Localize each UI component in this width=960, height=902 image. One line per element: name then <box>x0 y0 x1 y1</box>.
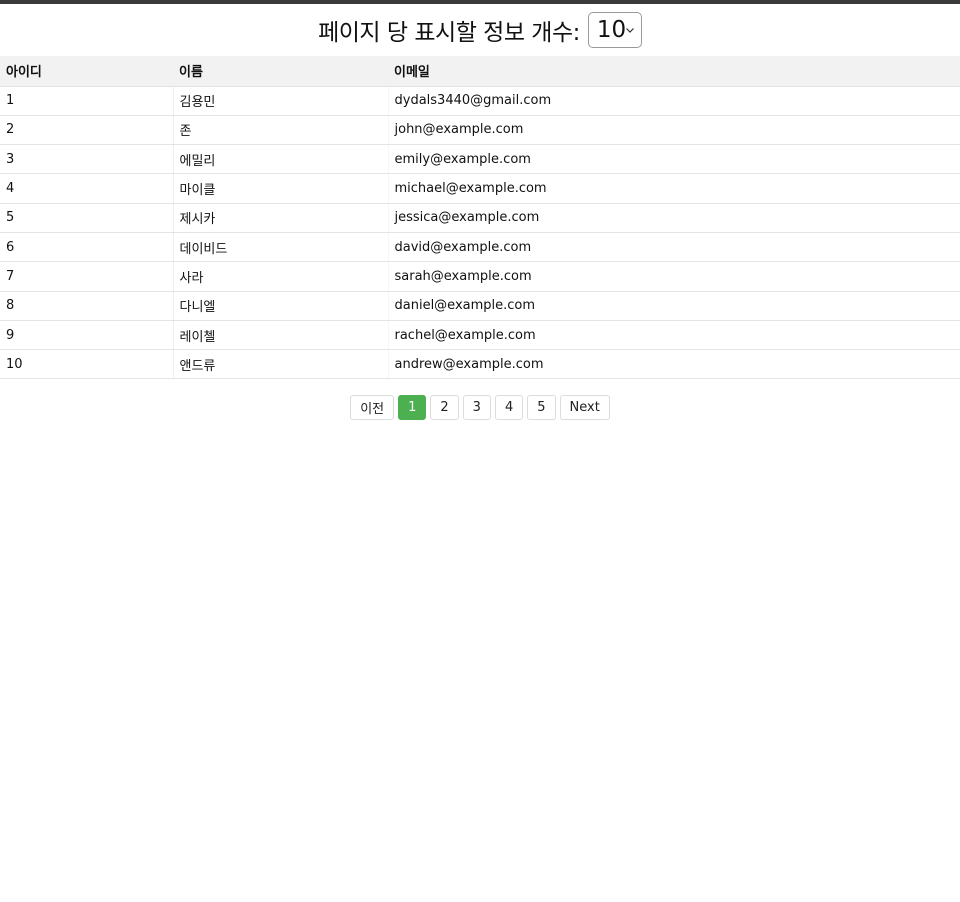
table-row: 2 존 john@example.com <box>0 115 960 146</box>
table-row: 5 제시카 jessica@example.com <box>0 203 960 233</box>
cell-id: 10 <box>0 349 173 380</box>
column-header-id: 아이디 <box>0 56 173 87</box>
cell-email: sarah@example.com <box>387 261 960 292</box>
users-table: 아이디 이름 이메일 1 김용민 dydals3440@gmail.com 2 존 joh… <box>0 56 960 380</box>
page-button-2[interactable]: 2 <box>430 395 459 421</box>
cell-name: 존 <box>172 115 388 146</box>
cell-email: dydals3440@gmail.com <box>387 86 960 116</box>
cell-email: daniel@example.com <box>387 291 960 321</box>
per-page-label: 페이지 당 표시할 정보 개수: <box>318 20 580 46</box>
cell-name: 김용민 <box>172 86 388 116</box>
table-row: 9 레이첼 rachel@example.com <box>0 320 960 351</box>
next-page-button[interactable]: Next <box>559 395 610 421</box>
cell-email: andrew@example.com <box>387 349 960 380</box>
column-header-email: 이메일 <box>388 56 960 87</box>
cell-email: john@example.com <box>387 115 960 146</box>
cell-id: 1 <box>0 86 173 116</box>
cell-name: 마이클 <box>172 173 388 204</box>
table-row: 8 다니엘 daniel@example.com <box>0 291 960 321</box>
cell-email: emily@example.com <box>387 144 960 175</box>
prev-page-button[interactable]: 이전 <box>350 395 395 421</box>
table-row: 10 앤드류 andrew@example.com <box>0 349 960 380</box>
cell-id: 6 <box>0 232 173 263</box>
cell-id: 5 <box>0 203 173 233</box>
page-button-5[interactable]: 5 <box>527 395 556 421</box>
cell-email: jessica@example.com <box>387 203 960 233</box>
cell-name: 데이비드 <box>172 232 388 263</box>
per-page-select[interactable]: 10 <box>587 12 642 48</box>
page-button-4[interactable]: 4 <box>494 395 524 421</box>
cell-id: 3 <box>0 144 173 175</box>
table-row: 3 에밀리 emily@example.com <box>0 144 960 175</box>
table-header-row: 아이디 이름 이메일 <box>0 56 960 87</box>
table-row: 7 사라 sarah@example.com <box>0 261 960 292</box>
per-page-value: 10 <box>596 17 627 43</box>
page-button-3[interactable]: 3 <box>462 395 491 421</box>
per-page-header: 페이지 당 표시할 정보 개수: 10 <box>0 4 960 56</box>
cell-name: 다니엘 <box>172 291 388 321</box>
cell-email: david@example.com <box>387 232 960 263</box>
chevron-down-icon <box>625 28 634 33</box>
cell-name: 에밀리 <box>172 144 388 175</box>
cell-id: 8 <box>0 291 173 321</box>
pagination: 이전 12345 Next <box>0 395 960 421</box>
column-header-name: 이름 <box>173 56 388 87</box>
cell-name: 앤드류 <box>172 349 388 380</box>
cell-email: rachel@example.com <box>387 320 960 351</box>
cell-email: michael@example.com <box>387 173 960 204</box>
table-row: 6 데이비드 david@example.com <box>0 232 960 263</box>
cell-name: 레이첼 <box>172 320 388 351</box>
cell-id: 4 <box>0 173 173 204</box>
page-button-1[interactable]: 1 <box>398 395 427 421</box>
table-row: 1 김용민 dydals3440@gmail.com <box>0 86 960 116</box>
cell-name: 사라 <box>172 261 388 292</box>
cell-id: 9 <box>0 320 173 351</box>
cell-name: 제시카 <box>172 203 388 233</box>
cell-id: 7 <box>0 261 173 292</box>
table-row: 4 마이클 michael@example.com <box>0 173 960 204</box>
cell-id: 2 <box>0 115 173 146</box>
